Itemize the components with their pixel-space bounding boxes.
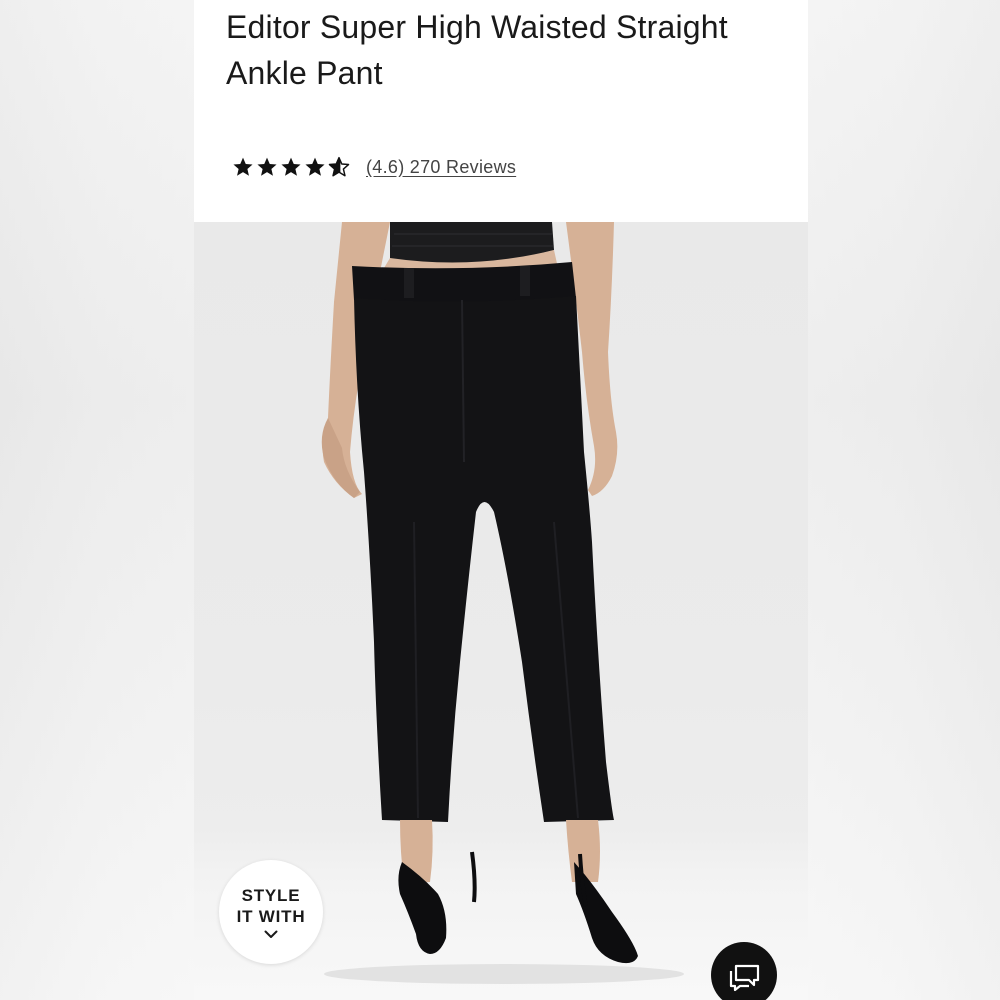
style-it-with-button[interactable]: STYLE IT WITH xyxy=(219,860,323,964)
product-page-panel: Editor Super High Waisted Straight Ankle… xyxy=(194,0,808,1000)
left-blurred-background xyxy=(0,0,194,1000)
star-icon xyxy=(257,157,277,176)
product-title: Editor Super High Waisted Straight Ankle… xyxy=(226,9,728,91)
star-icon xyxy=(305,157,325,176)
chat-bubbles-icon xyxy=(729,964,760,992)
screenshot-stage: Editor Super High Waisted Straight Ankle… xyxy=(0,0,1000,1000)
style-it-with-label-line1: STYLE xyxy=(241,886,301,905)
style-it-with-label-line2: IT WITH xyxy=(236,907,306,926)
chat-button[interactable] xyxy=(711,942,777,1000)
rating-stars xyxy=(232,156,350,178)
star-icon xyxy=(281,157,301,176)
chevron-down-icon xyxy=(264,930,278,938)
right-blurred-background xyxy=(808,0,1000,1000)
reviews-link[interactable]: (4.6) 270 Reviews xyxy=(366,157,516,178)
half-star-icon xyxy=(328,156,350,177)
rating-row: (4.6) 270 Reviews xyxy=(232,152,516,182)
star-icon xyxy=(233,157,253,176)
